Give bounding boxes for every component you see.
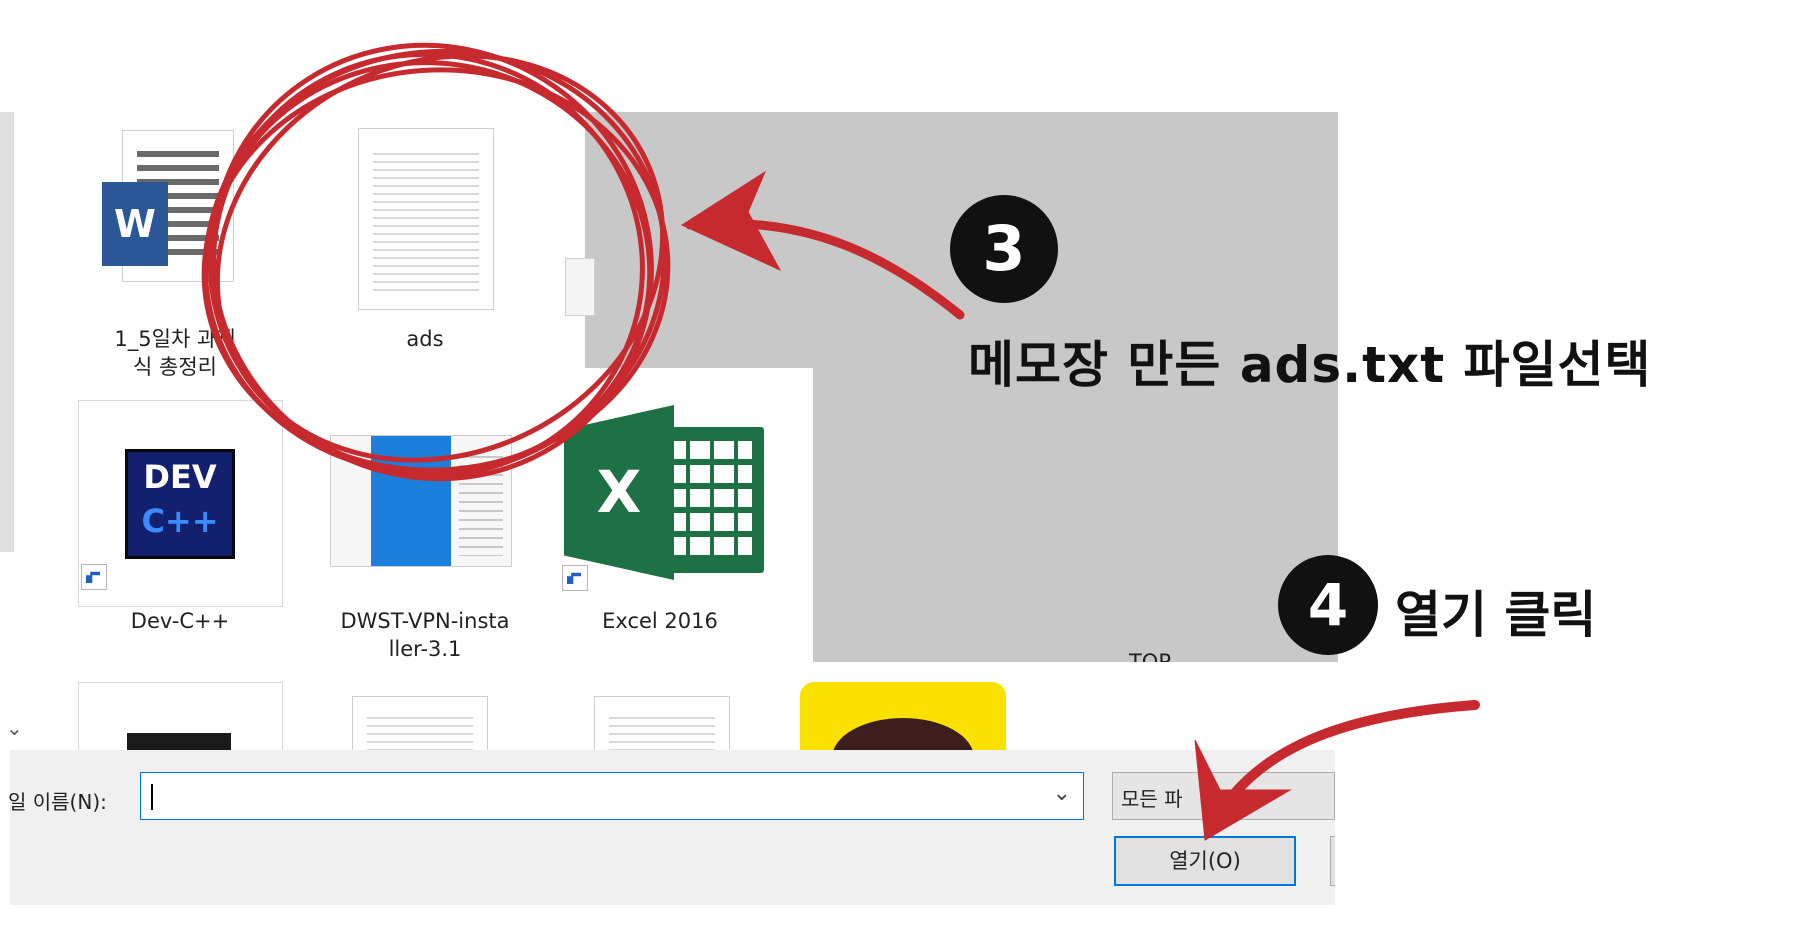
red-scribble-circle	[201, 42, 671, 482]
red-arrow-step3	[680, 170, 965, 320]
annotation-overlay	[201, 42, 1480, 841]
step3-badge: 3	[950, 195, 1058, 303]
step3-text: 메모장 만든 ads.txt 파일선택	[968, 336, 1652, 394]
red-arrow-step4	[1194, 700, 1480, 841]
step4-badge: 4	[1278, 555, 1378, 655]
step4-text: 열기 클릭	[1395, 586, 1597, 644]
